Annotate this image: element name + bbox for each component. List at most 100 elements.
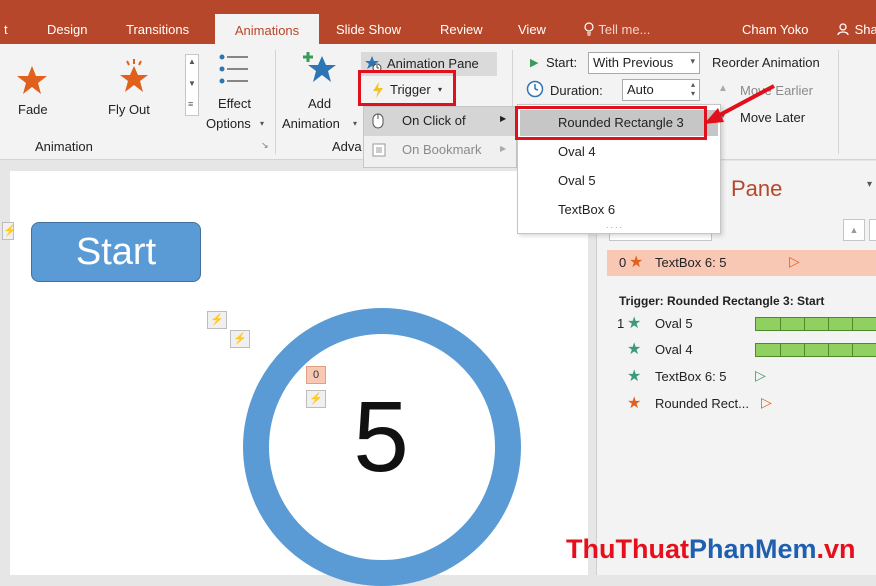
mouse-icon bbox=[372, 113, 384, 129]
tab-animations[interactable]: Animations bbox=[215, 14, 319, 44]
person-add-icon bbox=[837, 23, 849, 36]
submenu-highlight-box bbox=[515, 106, 707, 140]
spin-up-icon[interactable]: ▴ bbox=[691, 80, 695, 89]
tab-slide-show[interactable]: Slide Show bbox=[336, 22, 401, 37]
group-label-animation: Animation bbox=[35, 139, 93, 154]
user-name[interactable]: Cham Yoko bbox=[742, 22, 809, 37]
exit-star-icon: ★ bbox=[627, 395, 642, 412]
animation-pane-title: Pane bbox=[731, 176, 783, 201]
duration-label: Duration: bbox=[550, 83, 603, 98]
timeline-bar[interactable] bbox=[755, 317, 876, 331]
lightbulb-icon bbox=[584, 22, 594, 36]
exit-star-icon: ★ bbox=[629, 254, 644, 271]
fly-out-star-icon bbox=[120, 59, 148, 92]
share-label: Sha bbox=[854, 22, 876, 37]
row-label: TextBox 6: 5 bbox=[655, 369, 727, 384]
row-label: Oval 5 bbox=[655, 316, 693, 331]
watermark-part-2: PhanMem bbox=[688, 534, 817, 564]
on-bookmark-label: On Bookmark bbox=[402, 142, 482, 157]
tab-review[interactable]: Review bbox=[440, 22, 483, 37]
row-number: 0 bbox=[619, 255, 627, 270]
trigger-group-header: Trigger: Rounded Rectangle 3: Start bbox=[619, 294, 825, 308]
entrance-star-icon: ★ bbox=[627, 368, 642, 385]
submenu-item-label: Oval 4 bbox=[558, 144, 596, 159]
on-click-of-menu-item[interactable]: On Click of ▶ bbox=[364, 107, 516, 136]
add-animation-label-1: Add bbox=[308, 96, 332, 111]
chevron-down-icon: ▾ bbox=[353, 119, 358, 128]
pane-row-oval4[interactable]: ★ Oval 4 bbox=[607, 337, 876, 363]
gallery-scrollbar[interactable]: ▲ ▼ ≡ bbox=[185, 54, 199, 116]
move-up-arrow-icon[interactable]: ▲ bbox=[843, 219, 865, 241]
emphasis-star-icon: ★ bbox=[627, 341, 642, 358]
bookmark-icon bbox=[372, 143, 386, 157]
tab-transitions[interactable]: Transitions bbox=[126, 22, 189, 37]
submenu-item-oval-4[interactable]: Oval 4 bbox=[520, 140, 718, 164]
chevron-down-icon: ▾ bbox=[260, 119, 265, 128]
fly-out-label: Fly Out bbox=[108, 102, 150, 117]
dialog-launcher-icon[interactable]: ↘ bbox=[261, 140, 269, 151]
gallery-more-icon[interactable]: ≡ bbox=[188, 99, 193, 109]
emphasis-star-icon: ★ bbox=[627, 315, 642, 332]
watermark-part-3: .vn bbox=[816, 534, 856, 564]
submenu-item-oval-5[interactable]: Oval 5 bbox=[520, 169, 718, 193]
timing-marker-icon: ▷ bbox=[755, 367, 766, 383]
watermark-logo: ThuThuatPhanMem.vn bbox=[566, 534, 856, 565]
tab-design[interactable]: Design bbox=[47, 22, 87, 37]
row-label: Oval 4 bbox=[655, 342, 693, 357]
effect-options-icon bbox=[219, 54, 248, 84]
share-button[interactable]: Sha bbox=[837, 22, 876, 37]
tab-view[interactable]: View bbox=[518, 22, 546, 37]
on-bookmark-menu-item[interactable]: On Bookmark ▶ bbox=[364, 137, 516, 164]
timing-marker-icon: ▷ bbox=[789, 253, 800, 269]
move-down-arrow-button[interactable] bbox=[869, 219, 876, 241]
pane-row-textbox6-selected[interactable]: 0 ★ TextBox 6: 5 ▷ bbox=[607, 250, 876, 276]
on-click-of-label: On Click of bbox=[402, 113, 466, 128]
effect-options-label-1: Effect bbox=[218, 96, 252, 111]
tell-me-text: Tell me... bbox=[598, 22, 651, 37]
duration-spinner[interactable]: Auto ▴ ▾ bbox=[622, 79, 700, 101]
clock-icon bbox=[526, 80, 544, 98]
fly-out-effect-button[interactable]: Fly Out bbox=[100, 54, 170, 128]
animation-tag-lightning-icon[interactable]: ⚡ bbox=[2, 222, 17, 240]
group-label-advanced: Adva bbox=[332, 139, 362, 154]
animation-tag-lightning-icon[interactable]: ⚡ bbox=[207, 311, 227, 329]
animation-tag-lightning-icon[interactable]: ⚡ bbox=[306, 390, 326, 408]
start-label: Start: bbox=[546, 55, 578, 70]
fade-label: Fade bbox=[18, 102, 48, 117]
submenu-item-textbox-6[interactable]: TextBox 6 bbox=[520, 198, 718, 222]
watermark-part-1: ThuThuat bbox=[566, 534, 689, 564]
start-dropdown[interactable]: With Previous ▾ bbox=[588, 52, 700, 74]
animation-tag-zero[interactable]: 0 bbox=[306, 366, 326, 384]
tell-me-search[interactable]: Tell me... bbox=[583, 22, 650, 37]
pane-menu-chevron-icon[interactable]: ▾ bbox=[867, 179, 872, 190]
timeline-bar[interactable] bbox=[755, 343, 876, 357]
scroll-down-icon[interactable]: ▼ bbox=[188, 79, 196, 88]
chevron-down-icon: ▾ bbox=[690, 56, 695, 66]
pane-row-rounded-rect[interactable]: ★ Rounded Rect... ▷ bbox=[607, 391, 876, 417]
tab-file[interactable]: t bbox=[4, 22, 8, 37]
submenu-item-label: TextBox 6 bbox=[558, 202, 616, 217]
start-rounded-rectangle[interactable]: Start bbox=[31, 222, 201, 282]
effect-options-button[interactable]: Effect Options ▾ bbox=[204, 52, 268, 134]
add-animation-button[interactable]: Add Animation ▾ bbox=[282, 50, 360, 136]
ribbon-tab-bar: t Design Transitions Animations Slide Sh… bbox=[0, 0, 876, 44]
row-number: 1 bbox=[617, 316, 625, 331]
chevron-right-icon: ▶ bbox=[500, 114, 507, 123]
animation-pane-label: Animation Pane bbox=[387, 56, 479, 71]
row-label: TextBox 6: 5 bbox=[655, 255, 727, 270]
scroll-up-icon[interactable]: ▲ bbox=[188, 57, 196, 66]
submenu-resize-grip[interactable]: .... bbox=[606, 220, 624, 230]
fade-effect-button[interactable]: Fade bbox=[8, 58, 58, 128]
effect-options-label-2: Options bbox=[206, 116, 251, 131]
animation-tag-lightning-icon[interactable]: ⚡ bbox=[230, 330, 250, 348]
red-arrow-annotation-icon bbox=[704, 84, 775, 124]
spin-down-icon[interactable]: ▾ bbox=[691, 89, 695, 98]
start-value: With Previous bbox=[593, 55, 674, 70]
add-animation-icon bbox=[303, 52, 336, 82]
pane-row-oval5[interactable]: 1 ★ Oval 5 bbox=[607, 311, 876, 337]
pane-row-textbox6[interactable]: ★ TextBox 6: 5 ▷ bbox=[607, 364, 876, 390]
add-animation-label-2: Animation bbox=[282, 116, 340, 131]
group-separator bbox=[838, 50, 839, 154]
timing-marker-icon: ▷ bbox=[761, 394, 772, 410]
countdown-number-textbox[interactable]: 5 bbox=[331, 380, 431, 495]
